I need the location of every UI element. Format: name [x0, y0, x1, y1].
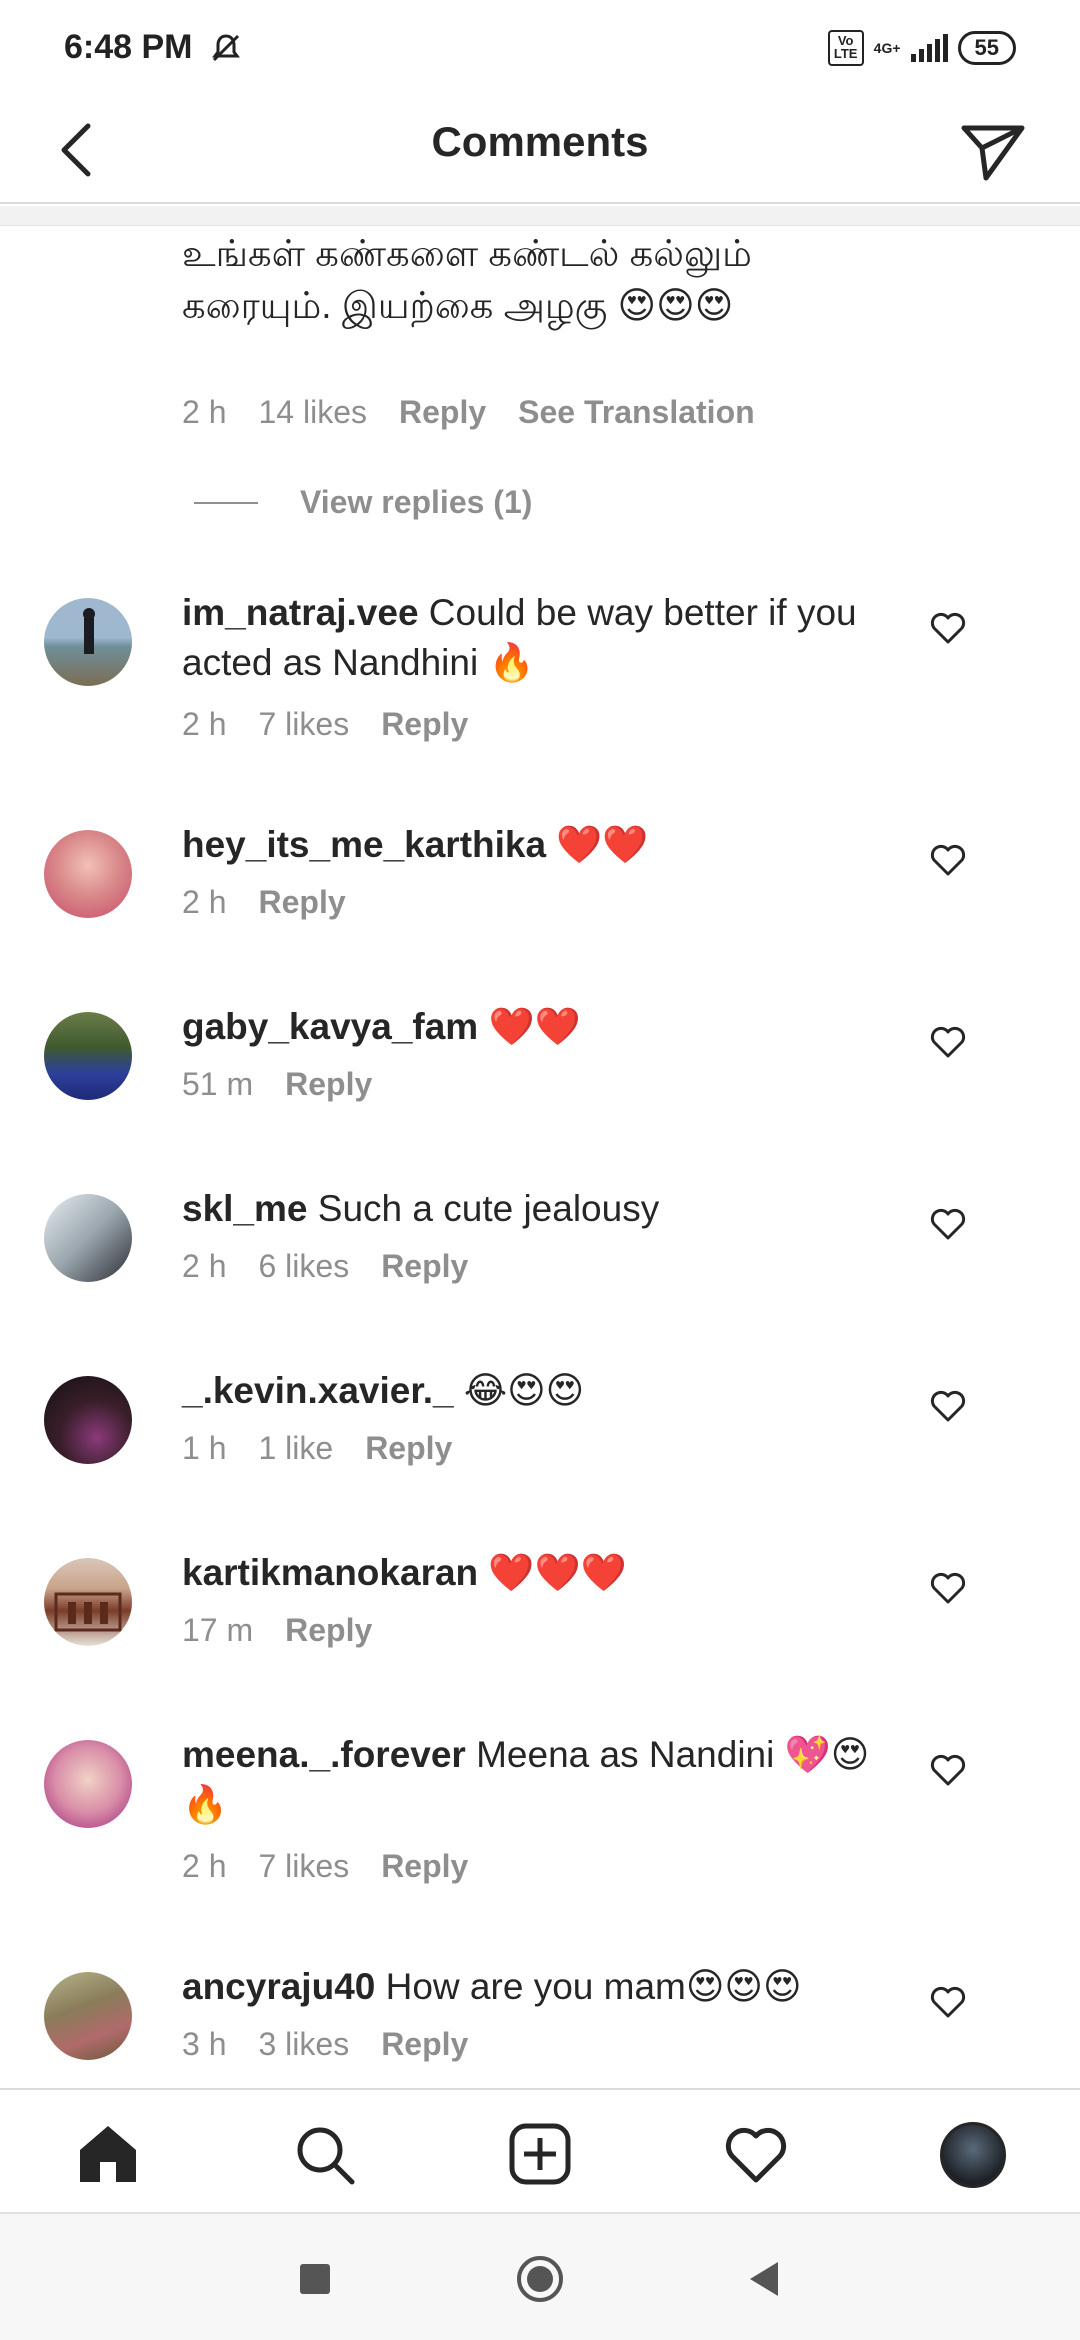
username[interactable]: hey_its_me_karthika: [182, 824, 546, 865]
network-type: 4G+: [873, 40, 901, 56]
comment-message: Such a cute jealousy: [307, 1188, 660, 1229]
comment-meta: 2 h 7 likes Reply: [182, 706, 468, 743]
comment-text: hey_its_me_karthika ❤️❤️: [182, 820, 902, 870]
search-icon[interactable]: [290, 2120, 358, 2188]
comment-message: ❤️❤️: [478, 1006, 581, 1047]
comment-text: meena._.forever Meena as Nandini 💖😍🔥: [182, 1730, 902, 1830]
status-indicators: Vo LTE 4G+ 55: [827, 30, 1016, 66]
username[interactable]: gaby_kavya_fam: [182, 1006, 478, 1047]
reply-button[interactable]: Reply: [381, 2026, 468, 2063]
comments-header: Comments: [0, 96, 1080, 204]
muted-bell-icon: [212, 34, 240, 62]
avatar[interactable]: [44, 1740, 132, 1828]
like-heart-icon[interactable]: [928, 1982, 968, 2022]
comment-time: 2 h: [182, 706, 227, 742]
paper-plane-icon[interactable]: [956, 114, 1028, 186]
comment-time: 3 h: [182, 2026, 227, 2062]
username[interactable]: im_natraj.vee: [182, 592, 419, 633]
comment-message: 😂😍😍: [453, 1370, 585, 1411]
reply-button[interactable]: Reply: [285, 1612, 372, 1649]
header-divider: [0, 206, 1080, 226]
battery-indicator: 55: [957, 31, 1016, 65]
like-heart-icon[interactable]: [928, 1204, 968, 1244]
like-heart-icon[interactable]: [928, 1568, 968, 1608]
comment-meta: 2 h 6 likes Reply: [182, 1248, 468, 1285]
avatar[interactable]: [44, 830, 132, 918]
page-title: Comments: [431, 118, 649, 165]
comment-text: ancyraju40 How are you mam😍😍😍: [182, 1962, 902, 2012]
username[interactable]: _.kevin.xavier._: [182, 1370, 454, 1411]
reply-button[interactable]: Reply: [365, 1430, 452, 1467]
home-circle-icon[interactable]: [515, 2254, 565, 2304]
reply-button[interactable]: Reply: [381, 1248, 468, 1285]
reply-button[interactable]: Reply: [258, 884, 345, 921]
comment-likes[interactable]: 7 likes: [258, 706, 349, 743]
profile-avatar[interactable]: [940, 2122, 1006, 2188]
comment-text: skl_me Such a cute jealousy: [182, 1184, 902, 1234]
view-replies-label: View replies (1): [300, 484, 533, 520]
back-triangle-icon[interactable]: [740, 2254, 790, 2304]
reply-button[interactable]: Reply: [381, 706, 468, 743]
comment-likes[interactable]: 14 likes: [258, 394, 367, 431]
reply-button[interactable]: Reply: [399, 394, 486, 431]
comment-text: im_natraj.vee Could be way better if you…: [182, 588, 902, 688]
comment-meta: 51 m Reply: [182, 1066, 372, 1103]
like-heart-icon[interactable]: [928, 1022, 968, 1062]
comment-meta: 1 h 1 like Reply: [182, 1430, 452, 1467]
comment-meta: 3 h 3 likes Reply: [182, 2026, 468, 2063]
comment-text: kartikmanokaran ❤️❤️❤️: [182, 1548, 902, 1598]
like-heart-icon[interactable]: [928, 1386, 968, 1426]
comment-time: 1 h: [182, 1430, 227, 1466]
avatar[interactable]: [44, 1558, 132, 1646]
username[interactable]: ancyraju40: [182, 1966, 375, 2007]
comment-likes[interactable]: 6 likes: [258, 1248, 349, 1285]
username[interactable]: kartikmanokaran: [182, 1552, 478, 1593]
see-translation-button[interactable]: See Translation: [518, 394, 755, 431]
like-heart-icon[interactable]: [928, 608, 968, 648]
comment-message: ❤️❤️: [546, 824, 649, 865]
bottom-navigation: [0, 2088, 1080, 2212]
home-icon[interactable]: [74, 2120, 142, 2188]
avatar[interactable]: [44, 1376, 132, 1464]
recents-square-icon[interactable]: [290, 2254, 340, 2304]
avatar[interactable]: [44, 1194, 132, 1282]
comment-time: 2 h: [182, 1248, 227, 1284]
comment-likes[interactable]: 3 likes: [258, 2026, 349, 2063]
comment-text: உங்கள் கண்களை கண்டல் கல்லும் கரையும். இய…: [182, 233, 752, 326]
status-bar: 6:48 PM Vo LTE 4G+ 55: [0, 0, 1080, 96]
comment-text: gaby_kavya_fam ❤️❤️: [182, 1002, 902, 1052]
avatar[interactable]: [44, 598, 132, 686]
activity-heart-icon[interactable]: [722, 2120, 790, 2188]
comment-meta: 2 h 14 likes Reply See Translation: [182, 394, 755, 431]
like-heart-icon[interactable]: [928, 840, 968, 880]
like-heart-icon[interactable]: [928, 1750, 968, 1790]
username[interactable]: skl_me: [182, 1188, 308, 1229]
comment-time: 2 h: [182, 884, 227, 920]
comment-time: 17 m: [182, 1612, 254, 1648]
comment-message: ❤️❤️❤️: [478, 1552, 627, 1593]
comment-meta: 2 h Reply: [182, 884, 346, 921]
comment-meta: 2 h 7 likes Reply: [182, 1848, 468, 1885]
avatar[interactable]: [44, 1012, 132, 1100]
comment-time: 2 h: [182, 394, 227, 430]
comment-meta: 17 m Reply: [182, 1612, 372, 1649]
add-post-icon[interactable]: [506, 2120, 574, 2188]
comment-time: 2 h: [182, 1848, 227, 1884]
comment-time: 51 m: [182, 1066, 254, 1102]
comment-message: How are you mam😍😍😍: [375, 1966, 802, 2007]
replies-line: [194, 501, 258, 504]
comment-text: _.kevin.xavier._ 😂😍😍: [182, 1366, 902, 1416]
volte-badge: Vo LTE: [827, 30, 864, 66]
avatar[interactable]: [44, 1972, 132, 2060]
comments-list[interactable]: உங்கள் கண்களை கண்டல் கல்லும் கரையும். இய…: [0, 226, 1080, 2088]
system-navigation: [0, 2212, 1080, 2340]
comment-likes[interactable]: 7 likes: [258, 1848, 349, 1885]
comment-likes[interactable]: 1 like: [258, 1430, 333, 1467]
status-time: 6:48 PM: [64, 28, 193, 66]
view-replies-button[interactable]: View replies (1): [194, 484, 532, 521]
reply-button[interactable]: Reply: [285, 1066, 372, 1103]
reply-button[interactable]: Reply: [381, 1848, 468, 1885]
signal-icon: [910, 34, 948, 62]
username[interactable]: meena._.forever: [182, 1734, 466, 1775]
